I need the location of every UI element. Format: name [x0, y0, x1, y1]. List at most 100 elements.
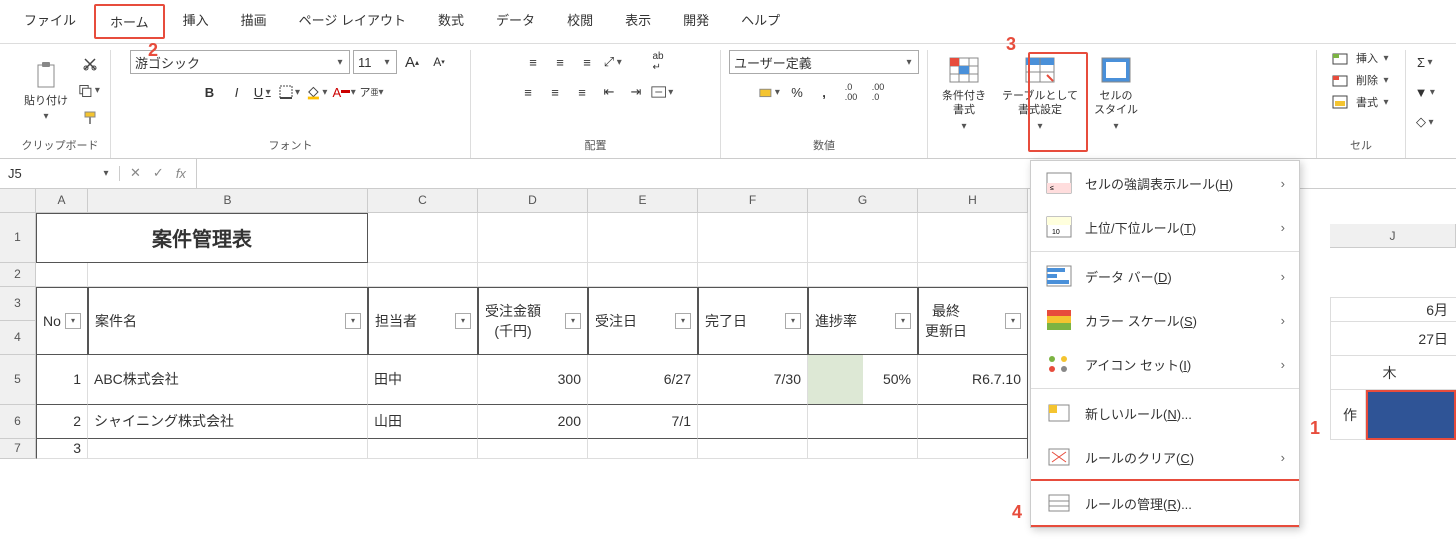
menu-developer[interactable]: 開発	[669, 4, 723, 39]
col-header-D[interactable]: D	[478, 189, 588, 213]
row-header-4[interactable]: 4	[0, 321, 36, 355]
menu-help[interactable]: ヘルプ	[727, 4, 794, 39]
format-painter-button[interactable]	[78, 106, 102, 130]
merge-button[interactable]: ▾	[651, 80, 675, 104]
col-header-E[interactable]: E	[588, 189, 698, 213]
fx-icon[interactable]: fx	[172, 166, 190, 181]
align-center-button[interactable]: ≡	[543, 80, 567, 104]
fb-confirm-icon[interactable]: ✓	[149, 165, 168, 181]
align-middle-button[interactable]: ≡	[548, 50, 572, 74]
phonetic-button[interactable]: ア亜▾	[360, 80, 384, 104]
align-right-button[interactable]: ≡	[570, 80, 594, 104]
col-header-H[interactable]: H	[918, 189, 1028, 213]
menu-view[interactable]: 表示	[611, 4, 665, 39]
row-header-2[interactable]: 2	[0, 263, 36, 287]
row-header-6[interactable]: 6	[0, 405, 36, 439]
comma-format-button[interactable]: ,	[812, 80, 836, 104]
fill-color-button[interactable]: ▾	[306, 80, 330, 104]
menu-file[interactable]: ファイル	[10, 4, 90, 39]
hdr-order-date[interactable]: 受注日▾	[588, 287, 698, 355]
menu-formulas[interactable]: 数式	[424, 4, 478, 39]
name-box[interactable]: J5▾	[0, 166, 120, 181]
copy-button[interactable]: ▾	[78, 79, 102, 103]
menu-review[interactable]: 校閲	[553, 4, 607, 39]
cf-color-scales[interactable]: カラー スケール(S) ›	[1031, 298, 1299, 342]
hdr-amount[interactable]: 受注金額 (千円)▾	[478, 287, 588, 355]
font-name-combo[interactable]: 游ゴシック▾	[130, 50, 350, 74]
clear-button[interactable]: ◇▾	[1414, 110, 1438, 134]
cells-insert-button[interactable]: 挿入▾	[1331, 50, 1391, 66]
row-header-5[interactable]: 5	[0, 355, 36, 405]
percent-format-button[interactable]: %	[785, 80, 809, 104]
cf-top-bottom-rules[interactable]: 10 上位/下位ルール(T) ›	[1031, 205, 1299, 249]
underline-button[interactable]: U▾	[252, 80, 276, 104]
hdr-progress[interactable]: 進捗率▾	[808, 287, 918, 355]
fb-cancel-icon[interactable]: ✕	[126, 165, 145, 181]
decrease-decimal-button[interactable]: .00.0	[866, 80, 890, 104]
menu-draw[interactable]: 描画	[227, 4, 281, 39]
increase-font-button[interactable]: A▴	[400, 50, 424, 74]
cut-button[interactable]	[78, 52, 102, 76]
col-header-B[interactable]: B	[88, 189, 368, 213]
filter-icon[interactable]: ▾	[675, 313, 691, 329]
row-header-7[interactable]: 7	[0, 439, 36, 459]
row-header-3[interactable]: 3	[0, 287, 36, 321]
number-format-combo[interactable]: ユーザー定義▾	[729, 50, 919, 74]
fill-button[interactable]: ▼▾	[1414, 80, 1438, 104]
border-button[interactable]: ▾	[279, 80, 303, 104]
filter-icon[interactable]: ▾	[345, 313, 361, 329]
filter-icon[interactable]: ▾	[565, 313, 581, 329]
select-all-corner[interactable]	[0, 189, 36, 213]
decrease-indent-button[interactable]: ⇤	[597, 80, 621, 104]
wrap-text-button[interactable]: ab↵	[646, 50, 670, 74]
cells-format-button[interactable]: 書式▾	[1331, 94, 1391, 110]
row-header-1[interactable]: 1	[0, 213, 36, 263]
ribbon: 貼り付け ▾ ▾ クリップボード 游ゴシック▾ 11▾ A▴ A▾ B I U▾	[0, 44, 1456, 159]
menu-insert[interactable]: 挿入	[169, 4, 223, 39]
align-left-button[interactable]: ≡	[516, 80, 540, 104]
hdr-complete[interactable]: 完了日▾	[698, 287, 808, 355]
filter-icon[interactable]: ▾	[1005, 313, 1021, 329]
cf-clear-rules[interactable]: ルールのクリア(C) ›	[1031, 435, 1299, 479]
col-header-C[interactable]: C	[368, 189, 478, 213]
cell-styles-button[interactable]: セルの スタイル ▾	[1088, 50, 1144, 136]
align-top-button[interactable]: ≡	[521, 50, 545, 74]
autosum-button[interactable]: Σ▾	[1414, 50, 1438, 74]
menu-data[interactable]: データ	[482, 4, 549, 39]
italic-button[interactable]: I	[225, 80, 249, 104]
filter-icon[interactable]: ▾	[785, 313, 801, 329]
menu-home[interactable]: ホーム	[94, 4, 165, 39]
col-header-J[interactable]: J	[1330, 224, 1456, 248]
accounting-format-button[interactable]: ▾	[758, 80, 782, 104]
decrease-font-button[interactable]: A▾	[427, 50, 451, 74]
bold-button[interactable]: B	[198, 80, 222, 104]
paste-button[interactable]: 貼り付け ▾	[18, 55, 74, 126]
cell-title[interactable]: 案件管理表	[36, 213, 368, 263]
hdr-updated[interactable]: 最終 更新日▾	[918, 287, 1028, 355]
hdr-no[interactable]: No▾	[36, 287, 88, 355]
font-color-button[interactable]: A▾	[333, 80, 357, 104]
filter-icon[interactable]: ▾	[65, 313, 81, 329]
cells-delete-button[interactable]: 削除▾	[1331, 72, 1391, 88]
col-header-G[interactable]: G	[808, 189, 918, 213]
col-header-A[interactable]: A	[36, 189, 88, 213]
filter-icon[interactable]: ▾	[455, 313, 471, 329]
increase-indent-button[interactable]: ⇥	[624, 80, 648, 104]
align-bottom-button[interactable]: ≡	[575, 50, 599, 74]
hdr-owner[interactable]: 担当者▾	[368, 287, 478, 355]
menu-page-layout[interactable]: ページ レイアウト	[285, 4, 420, 39]
hdr-name[interactable]: 案件名▾	[88, 287, 368, 355]
filter-icon[interactable]: ▾	[895, 313, 911, 329]
font-size-combo[interactable]: 11▾	[353, 50, 397, 74]
cf-manage-rules[interactable]: ルールの管理(R)...	[1031, 479, 1299, 527]
cf-new-rule[interactable]: 新しいルール(N)...	[1031, 391, 1299, 435]
increase-decimal-button[interactable]: .0.00	[839, 80, 863, 104]
col-header-F[interactable]: F	[698, 189, 808, 213]
conditional-format-button[interactable]: 条件付き 書式 ▾	[936, 50, 992, 136]
orientation-button[interactable]: ⤢▾	[602, 50, 626, 74]
cf-icon-sets[interactable]: アイコン セット(I) ›	[1031, 342, 1299, 386]
selected-cell-J5[interactable]	[1366, 390, 1456, 440]
cf-highlight-rules[interactable]: ≤ セルの強調表示ルール(H) ›	[1031, 161, 1299, 205]
conditional-format-dropdown: ≤ セルの強調表示ルール(H) › 10 上位/下位ルール(T) › データ バ…	[1030, 160, 1300, 528]
cf-data-bars[interactable]: データ バー(D) ›	[1031, 254, 1299, 298]
